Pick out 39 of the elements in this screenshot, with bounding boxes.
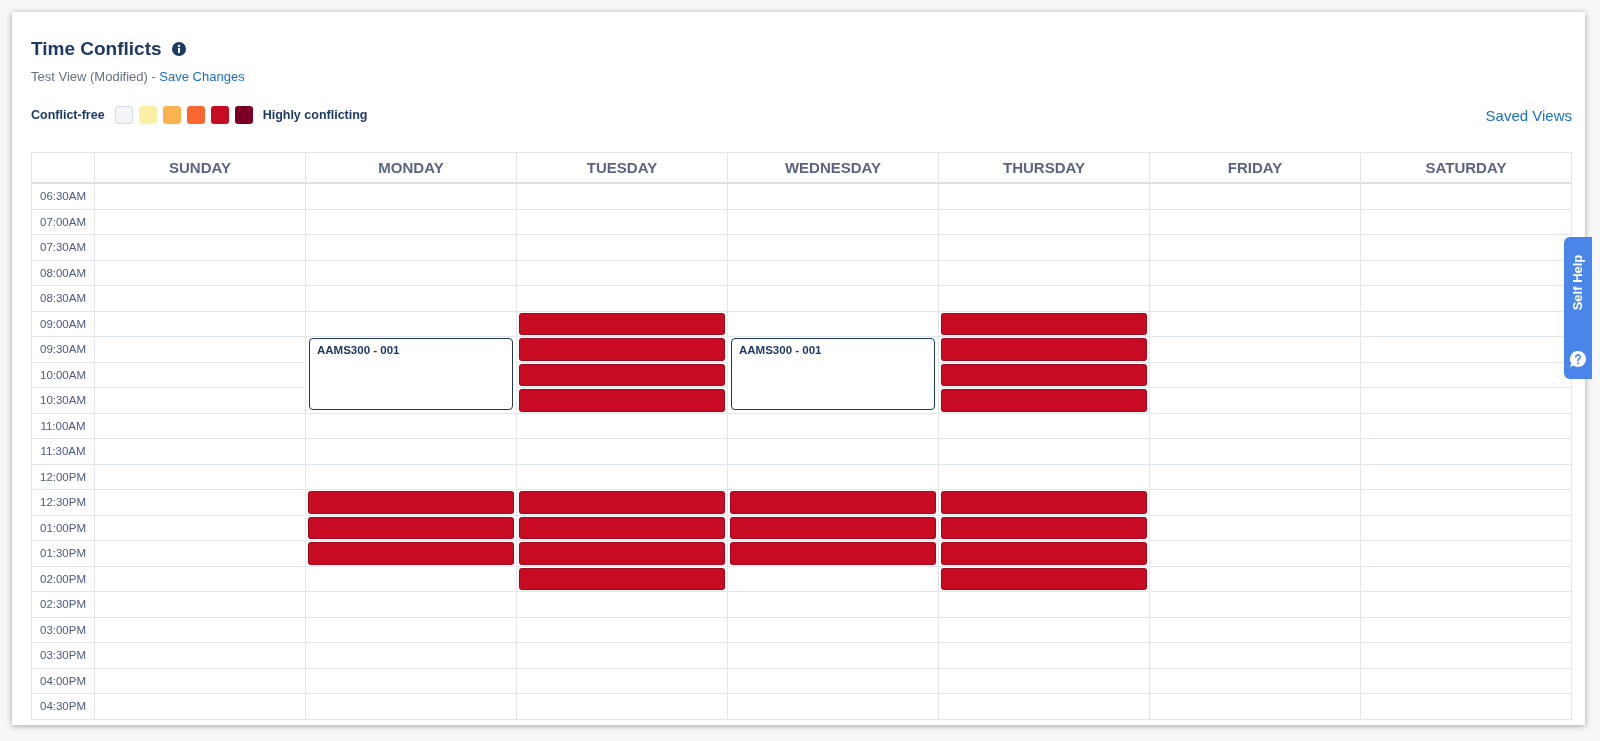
legend-label: Conflict-free [31, 108, 105, 122]
day-header: SATURDAY [1361, 153, 1572, 184]
time-label: 11:30AM [32, 439, 95, 465]
time-label: 02:00PM [32, 566, 95, 592]
view-subtitle: Test View (Modified) - Save Changes [31, 69, 246, 84]
course-block[interactable]: AAMS300 - 001 [309, 338, 513, 410]
time-label: 12:30PM [32, 490, 95, 516]
time-label: 03:30PM [32, 643, 95, 669]
time-label: 04:30PM [32, 694, 95, 720]
self-help-tab[interactable]: Self Help [1564, 237, 1592, 379]
day-header: THURSDAY [939, 153, 1150, 184]
time-label: 08:00AM [32, 260, 95, 286]
time-label: 08:30AM [32, 286, 95, 312]
time-label: 07:30AM [32, 235, 95, 261]
time-label: 01:00PM [32, 515, 95, 541]
time-label: 10:30AM [32, 388, 95, 414]
saved-views-link[interactable]: Saved Views [1485, 106, 1572, 124]
time-label: 02:30PM [32, 592, 95, 618]
time-label: 03:00PM [32, 617, 95, 643]
day-header: FRIDAY [1150, 153, 1361, 184]
day-header: MONDAY [306, 153, 517, 184]
time-label: 04:00PM [32, 668, 95, 694]
time-label: 06:30AM [32, 184, 95, 210]
help-chat-icon [1568, 349, 1588, 369]
legend-label: Highly conflicting [262, 108, 368, 122]
info-icon[interactable] [171, 42, 186, 56]
page-title: Time Conflicts [31, 38, 162, 60]
time-label: 11:00AM [32, 413, 95, 439]
course-block[interactable]: AAMS300 - 001 [731, 338, 935, 410]
time-label: 09:00AM [32, 311, 95, 337]
day-header: TUESDAY [517, 153, 728, 184]
day-header: WEDNESDAY [728, 153, 939, 184]
save-changes-link[interactable]: Save Changes [159, 69, 245, 84]
time-label: 09:30AM [32, 337, 95, 363]
time-label: 10:00AM [32, 362, 95, 388]
day-header: SUNDAY [95, 153, 306, 184]
time-label: 01:30PM [32, 541, 95, 567]
time-label: 07:00AM [32, 209, 95, 235]
time-label: 12:00PM [32, 464, 95, 490]
